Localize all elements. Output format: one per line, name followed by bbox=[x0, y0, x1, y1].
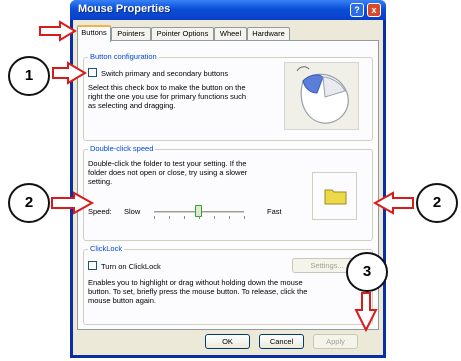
tab-pointers[interactable]: Pointers bbox=[111, 27, 151, 41]
tab-pointer-options[interactable]: Pointer Options bbox=[151, 27, 214, 41]
fast-label: Fast bbox=[267, 207, 282, 216]
annotation-number: 2 bbox=[432, 194, 442, 211]
description-line: setting. bbox=[88, 177, 113, 186]
folder-icon[interactable] bbox=[313, 173, 358, 221]
buttons-tab-panel: Button configuration Switch primary and … bbox=[77, 40, 379, 330]
group-title: ClickLock bbox=[88, 244, 125, 253]
description-line: Double-click the folder to test your set… bbox=[88, 159, 247, 168]
title-bar[interactable]: Mouse Properties ? x bbox=[70, 0, 386, 20]
description-line: right the one you use for primary functi… bbox=[88, 92, 246, 101]
speed-label: Speed: bbox=[88, 207, 112, 216]
slider-tick bbox=[154, 216, 155, 219]
group-title: Double-click speed bbox=[88, 144, 156, 153]
tab-label: Wheel bbox=[219, 29, 242, 38]
description-line: Select this check box to make the button… bbox=[88, 83, 246, 92]
clicklock-label: Turn on ClickLock bbox=[101, 262, 161, 271]
slider-tick bbox=[184, 216, 185, 219]
description-line: mouse button again. bbox=[88, 296, 156, 305]
window-title: Mouse Properties bbox=[78, 3, 171, 15]
cancel-button[interactable]: Cancel bbox=[259, 334, 304, 349]
close-button[interactable]: x bbox=[367, 3, 381, 17]
dialog-body: Buttons Pointers Pointer Options Wheel H… bbox=[73, 20, 383, 355]
slider-tick bbox=[229, 216, 230, 219]
description-line: Enables you to highlight or drag without… bbox=[88, 278, 303, 287]
tab-label: Hardware bbox=[252, 29, 285, 38]
tab-buttons[interactable]: Buttons bbox=[77, 25, 111, 42]
tab-label: Pointers bbox=[117, 29, 145, 38]
tab-label: Buttons bbox=[81, 28, 107, 37]
slow-label: Slow bbox=[124, 207, 141, 216]
annotation-number: 1 bbox=[24, 67, 34, 84]
double-click-speed-group: Double-click speed Double-click the fold… bbox=[83, 144, 373, 241]
slider-tick bbox=[169, 216, 170, 219]
group-title: Button configuration bbox=[88, 52, 159, 61]
help-button[interactable]: ? bbox=[350, 3, 364, 17]
slider-tick bbox=[199, 216, 200, 219]
mouse-illustration bbox=[284, 62, 359, 130]
description-line: folder does not open or close, try using… bbox=[88, 168, 248, 177]
annotation-number: 2 bbox=[24, 194, 34, 211]
clicklock-group: ClickLock Turn on ClickLock Settings... … bbox=[83, 244, 373, 325]
switch-buttons-checkbox[interactable] bbox=[88, 68, 97, 77]
slider-tick bbox=[244, 216, 245, 219]
annotation-number: 3 bbox=[362, 263, 372, 280]
button-configuration-group: Button configuration Switch primary and … bbox=[83, 52, 373, 141]
description-line: button. To set, briefly press the mouse … bbox=[88, 287, 308, 296]
clicklock-checkbox[interactable] bbox=[88, 261, 97, 270]
mouse-properties-window: Mouse Properties ? x Buttons Pointers Po… bbox=[70, 0, 386, 358]
slider-tick bbox=[214, 216, 215, 219]
switch-buttons-label: Switch primary and secondary buttons bbox=[101, 69, 229, 78]
clicklock-settings-button[interactable]: Settings... bbox=[292, 258, 362, 273]
ok-button[interactable]: OK bbox=[205, 334, 250, 349]
apply-button[interactable]: Apply bbox=[313, 334, 358, 349]
tab-wheel[interactable]: Wheel bbox=[214, 27, 247, 41]
tab-label: Pointer Options bbox=[156, 29, 209, 38]
description-line: as selecting and dragging. bbox=[88, 101, 176, 110]
test-folder-area[interactable] bbox=[312, 172, 357, 220]
tab-hardware[interactable]: Hardware bbox=[247, 27, 290, 41]
